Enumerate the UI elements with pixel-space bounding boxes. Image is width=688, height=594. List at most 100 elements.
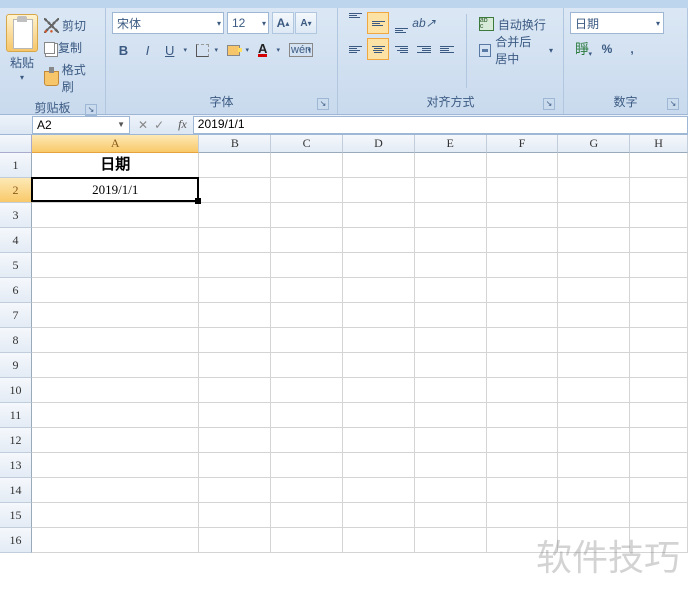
cell[interactable] [630, 428, 688, 453]
cell[interactable] [343, 353, 415, 378]
cell[interactable] [487, 153, 559, 178]
cell[interactable] [558, 353, 630, 378]
number-launcher[interactable]: ↘ [667, 98, 679, 110]
cell[interactable] [415, 353, 487, 378]
align-left-button[interactable] [344, 38, 366, 60]
column-header[interactable]: B [199, 135, 271, 153]
cell[interactable] [630, 178, 688, 203]
cell[interactable] [271, 528, 343, 553]
cell[interactable] [630, 528, 688, 553]
cell[interactable] [487, 403, 559, 428]
cancel-formula-button[interactable]: ✕ [138, 118, 148, 132]
row-header[interactable]: 7 [0, 303, 32, 328]
orientation-button[interactable]: ab↗ [413, 12, 435, 34]
cell[interactable] [32, 328, 199, 353]
column-header[interactable]: A [32, 135, 199, 153]
spreadsheet-grid[interactable]: ABCDEFGH 12345678910111213141516 日期2019/… [0, 135, 688, 593]
clipboard-launcher[interactable]: ↘ [85, 104, 97, 116]
cell[interactable] [271, 203, 343, 228]
cell[interactable] [199, 303, 271, 328]
border-button[interactable] [191, 39, 221, 61]
cell[interactable] [415, 378, 487, 403]
cell[interactable] [32, 478, 199, 503]
cell[interactable] [487, 378, 559, 403]
cell[interactable] [343, 278, 415, 303]
cell[interactable] [558, 528, 630, 553]
row-header[interactable]: 12 [0, 428, 32, 453]
font-launcher[interactable]: ↘ [317, 98, 329, 110]
fill-color-button[interactable] [222, 39, 252, 61]
row-header[interactable]: 4 [0, 228, 32, 253]
cell[interactable] [558, 278, 630, 303]
cell[interactable] [487, 453, 559, 478]
cell[interactable] [558, 453, 630, 478]
column-header[interactable]: H [630, 135, 688, 153]
row-header[interactable]: 2 [0, 178, 32, 203]
cell[interactable] [271, 378, 343, 403]
cell[interactable] [415, 228, 487, 253]
cell[interactable] [199, 153, 271, 178]
cell[interactable] [32, 203, 199, 228]
cell[interactable] [487, 528, 559, 553]
cell[interactable] [32, 428, 199, 453]
align-bottom-button[interactable] [390, 12, 412, 34]
cell[interactable] [630, 403, 688, 428]
cell[interactable] [630, 253, 688, 278]
align-middle-button[interactable] [367, 12, 389, 34]
cell[interactable] [415, 153, 487, 178]
cell[interactable] [343, 403, 415, 428]
cell[interactable] [630, 203, 688, 228]
cell[interactable] [415, 178, 487, 203]
cell[interactable] [630, 503, 688, 528]
row-header[interactable]: 15 [0, 503, 32, 528]
cell[interactable] [199, 178, 271, 203]
cell[interactable] [487, 303, 559, 328]
row-header[interactable]: 1 [0, 153, 32, 178]
cell[interactable] [271, 453, 343, 478]
cell[interactable] [343, 203, 415, 228]
cell[interactable] [271, 278, 343, 303]
cell[interactable] [630, 228, 688, 253]
cell[interactable] [487, 478, 559, 503]
row-header[interactable]: 16 [0, 528, 32, 553]
cell[interactable] [343, 503, 415, 528]
percent-button[interactable]: % [595, 38, 619, 60]
cell[interactable] [343, 153, 415, 178]
cell[interactable] [415, 428, 487, 453]
bold-button[interactable]: B [112, 39, 135, 61]
wrap-text-button[interactable]: abc自动换行 [475, 13, 557, 35]
fx-icon[interactable]: fx [172, 117, 193, 132]
cell[interactable] [32, 453, 199, 478]
cell[interactable] [271, 403, 343, 428]
cell[interactable] [487, 353, 559, 378]
cell[interactable] [32, 503, 199, 528]
cell[interactable] [343, 228, 415, 253]
shrink-font-button[interactable]: A▾ [295, 12, 317, 34]
underline-button[interactable]: U [160, 39, 190, 61]
cell[interactable] [199, 253, 271, 278]
cell[interactable] [630, 478, 688, 503]
cell[interactable] [630, 328, 688, 353]
cell[interactable] [271, 428, 343, 453]
cell[interactable] [343, 178, 415, 203]
align-right-button[interactable] [390, 38, 412, 60]
row-header[interactable]: 9 [0, 353, 32, 378]
cell[interactable] [558, 428, 630, 453]
cell[interactable] [343, 528, 415, 553]
cell[interactable] [558, 303, 630, 328]
cell[interactable] [271, 178, 343, 203]
italic-button[interactable]: I [136, 39, 159, 61]
cell[interactable] [271, 303, 343, 328]
cell[interactable] [32, 528, 199, 553]
cell[interactable] [558, 503, 630, 528]
cell[interactable] [343, 428, 415, 453]
cell[interactable] [271, 478, 343, 503]
row-header[interactable]: 14 [0, 478, 32, 503]
cell[interactable] [558, 403, 630, 428]
paste-button[interactable]: 粘贴 ▾ [6, 12, 38, 96]
cell[interactable] [32, 253, 199, 278]
cell[interactable] [630, 353, 688, 378]
currency-button[interactable]: 睜 [570, 38, 594, 60]
cell[interactable] [558, 328, 630, 353]
cell[interactable] [199, 203, 271, 228]
